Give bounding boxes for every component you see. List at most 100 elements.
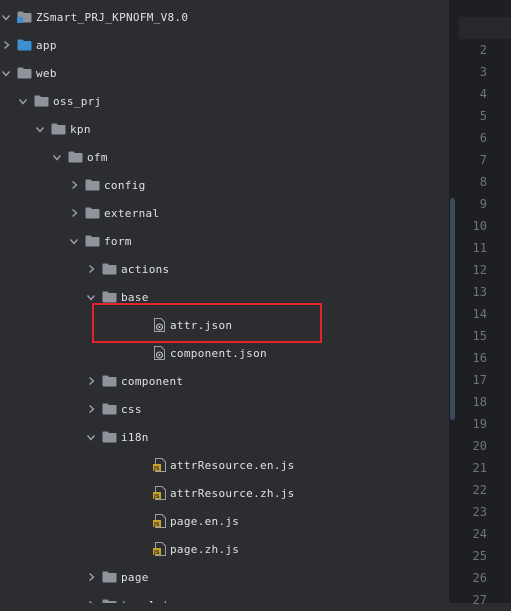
json-file-icon bbox=[153, 318, 166, 332]
folder-icon bbox=[85, 235, 100, 247]
line-number: 24 bbox=[472, 527, 487, 541]
line-number: 7 bbox=[479, 153, 487, 167]
tree-item-attrresource-zh-js[interactable]: JS attrResource.zh.js bbox=[0, 482, 449, 504]
folder-icon bbox=[85, 207, 100, 219]
chevron-down-icon[interactable] bbox=[1, 66, 11, 80]
line-number: 22 bbox=[472, 483, 487, 497]
chevron-down-icon[interactable] bbox=[18, 94, 28, 108]
tree-item-label: page bbox=[121, 570, 149, 584]
tree-item-label: attrResource.zh.js bbox=[170, 486, 295, 500]
line-number: 13 bbox=[472, 285, 487, 299]
tree-item-label: actions bbox=[121, 262, 170, 276]
line-number: 12 bbox=[472, 263, 487, 277]
js-file-icon: JS bbox=[153, 542, 166, 556]
tree-item-component[interactable]: component bbox=[0, 370, 449, 392]
tree-item-ofm[interactable]: ofm bbox=[0, 146, 449, 168]
tree-item-attr-json[interactable]: attr.json bbox=[0, 314, 449, 336]
chevron-right-icon[interactable] bbox=[86, 262, 96, 276]
folder-icon bbox=[102, 599, 117, 603]
tree-item-label: oss_prj bbox=[53, 94, 102, 108]
line-number: 23 bbox=[472, 505, 487, 519]
folder-icon bbox=[17, 39, 32, 51]
line-number: 3 bbox=[479, 65, 487, 79]
tree-item-label: ofm bbox=[87, 150, 108, 164]
line-number: 16 bbox=[472, 351, 487, 365]
tree-item-templates[interactable]: templates bbox=[0, 594, 449, 603]
svg-text:JS: JS bbox=[153, 466, 160, 472]
tree-item-page-zh-js[interactable]: JS page.zh.js bbox=[0, 538, 449, 560]
tree-item-external[interactable]: external bbox=[0, 202, 449, 224]
tree-item-base[interactable]: base bbox=[0, 286, 449, 308]
tree-item-label: i18n bbox=[121, 430, 149, 444]
tree-item-form[interactable]: form bbox=[0, 230, 449, 252]
chevron-right-icon[interactable] bbox=[86, 570, 96, 584]
tree-item-attrresource-en-js[interactable]: JS attrResource.en.js bbox=[0, 454, 449, 476]
line-number: 19 bbox=[472, 417, 487, 431]
tree-item-label: component.json bbox=[170, 346, 267, 360]
chevron-down-icon[interactable] bbox=[86, 430, 96, 444]
folder-icon bbox=[102, 291, 117, 303]
editor-line-gutter: 1234567891011121314151617181920212223242… bbox=[449, 0, 511, 607]
tree-item-label: page.en.js bbox=[170, 514, 240, 528]
folder-icon bbox=[102, 263, 117, 275]
json-file-icon bbox=[153, 346, 166, 360]
chevron-down-icon[interactable] bbox=[1, 10, 11, 24]
line-number: 8 bbox=[479, 175, 487, 189]
chevron-down-icon[interactable] bbox=[69, 234, 79, 248]
chevron-right-icon[interactable] bbox=[69, 178, 79, 192]
folder-icon bbox=[102, 431, 117, 443]
tree-item-label: templates bbox=[121, 599, 183, 604]
tree-item-label: kpn bbox=[70, 122, 91, 136]
project-tree-panel: ZSmart_PRJ_KPNOFM_V8.0app web oss_prjkpn of… bbox=[0, 0, 449, 603]
tree-item-app[interactable]: app bbox=[0, 34, 449, 56]
tree-item-label: external bbox=[104, 206, 160, 220]
tree-item-web[interactable]: web bbox=[0, 62, 449, 84]
tree-item-config[interactable]: config bbox=[0, 174, 449, 196]
tree-item-component-json[interactable]: component.json bbox=[0, 342, 449, 364]
line-number: 5 bbox=[479, 109, 487, 123]
line-number: 4 bbox=[479, 87, 487, 101]
chevron-down-icon[interactable] bbox=[86, 290, 96, 304]
editor-scrollbar[interactable] bbox=[450, 198, 455, 420]
line-number: 11 bbox=[472, 241, 487, 255]
tree-item-page-en-js[interactable]: JS page.en.js bbox=[0, 510, 449, 532]
svg-text:JS: JS bbox=[153, 494, 160, 500]
tree-item-label: config bbox=[104, 178, 146, 192]
current-line-highlight bbox=[459, 17, 511, 39]
tree-item-kpn[interactable]: kpn bbox=[0, 118, 449, 140]
js-file-icon: JS bbox=[153, 514, 166, 528]
js-file-icon: JS bbox=[153, 486, 166, 500]
tree-item-page[interactable]: page bbox=[0, 566, 449, 588]
chevron-right-icon[interactable] bbox=[1, 38, 11, 52]
tree-item-i18n[interactable]: i18n bbox=[0, 426, 449, 448]
folder-icon bbox=[102, 403, 117, 415]
chevron-down-icon[interactable] bbox=[52, 150, 62, 164]
folder-icon bbox=[102, 375, 117, 387]
tree-item-label: page.zh.js bbox=[170, 542, 240, 556]
line-number: 17 bbox=[472, 373, 487, 387]
line-number: 10 bbox=[472, 219, 487, 233]
folder-icon bbox=[85, 179, 100, 191]
line-number: 27 bbox=[472, 593, 487, 607]
js-file-icon: JS bbox=[153, 458, 166, 472]
tree-item-actions[interactable]: actions bbox=[0, 258, 449, 280]
line-number: 6 bbox=[479, 131, 487, 145]
line-number: 21 bbox=[472, 461, 487, 475]
tree-item-oss-prj[interactable]: oss_prj bbox=[0, 90, 449, 112]
folder-icon bbox=[102, 571, 117, 583]
svg-text:JS: JS bbox=[153, 522, 160, 528]
chevron-right-icon[interactable] bbox=[86, 598, 96, 603]
chevron-right-icon[interactable] bbox=[69, 206, 79, 220]
tree-item-label: component bbox=[121, 374, 184, 388]
chevron-down-icon[interactable] bbox=[35, 122, 45, 136]
chevron-right-icon[interactable] bbox=[86, 402, 96, 416]
tree-item-css[interactable]: css bbox=[0, 398, 449, 420]
tree-item-label: base bbox=[121, 290, 149, 304]
tree-item-label: ZSmart_PRJ_KPNOFM_V8.0 bbox=[36, 10, 189, 24]
tree-item-zsmart-prj-kpnofm-v8-0[interactable]: ZSmart_PRJ_KPNOFM_V8.0 bbox=[0, 6, 449, 28]
tree-item-label: form bbox=[104, 234, 132, 248]
line-number: 14 bbox=[472, 307, 487, 321]
module-folder-icon bbox=[17, 11, 32, 23]
chevron-right-icon[interactable] bbox=[86, 374, 96, 388]
tree-item-label: web bbox=[36, 66, 57, 80]
